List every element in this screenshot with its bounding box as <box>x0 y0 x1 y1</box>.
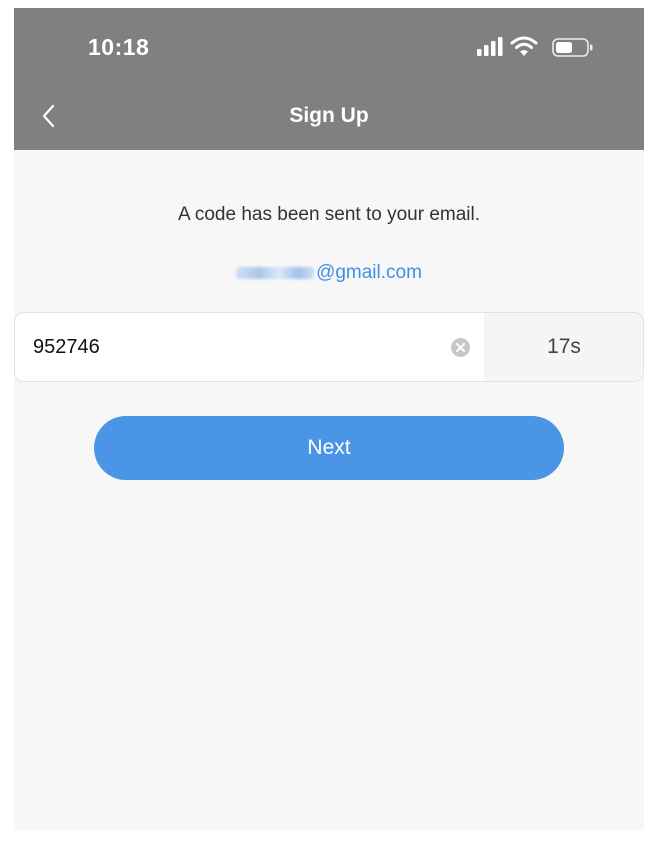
email-domain: @gmail.com <box>316 262 422 283</box>
phone-frame: 10:18 Sign Up A code has been sent to yo… <box>0 0 646 857</box>
wifi-icon <box>510 36 538 56</box>
clear-input-button[interactable] <box>451 338 470 357</box>
battery-icon <box>552 38 593 57</box>
header: 10:18 Sign Up <box>14 8 644 150</box>
verification-code-row: 17s <box>14 312 644 382</box>
signal-icon <box>477 37 503 56</box>
redacted-email-local-part <box>236 266 315 279</box>
clear-icon <box>456 343 465 352</box>
code-sent-message: A code has been sent to your email. <box>177 204 481 225</box>
page-title: Sign Up <box>289 104 369 127</box>
screen: 10:18 Sign Up A code has been sent to yo… <box>14 8 644 830</box>
resend-countdown: 17s <box>484 313 643 381</box>
status-time: 10:18 <box>88 34 150 60</box>
email-address: @gmail.com <box>14 262 644 284</box>
next-button[interactable]: Next <box>94 416 564 480</box>
status-icons <box>477 36 607 58</box>
verification-code-input[interactable] <box>33 313 433 381</box>
